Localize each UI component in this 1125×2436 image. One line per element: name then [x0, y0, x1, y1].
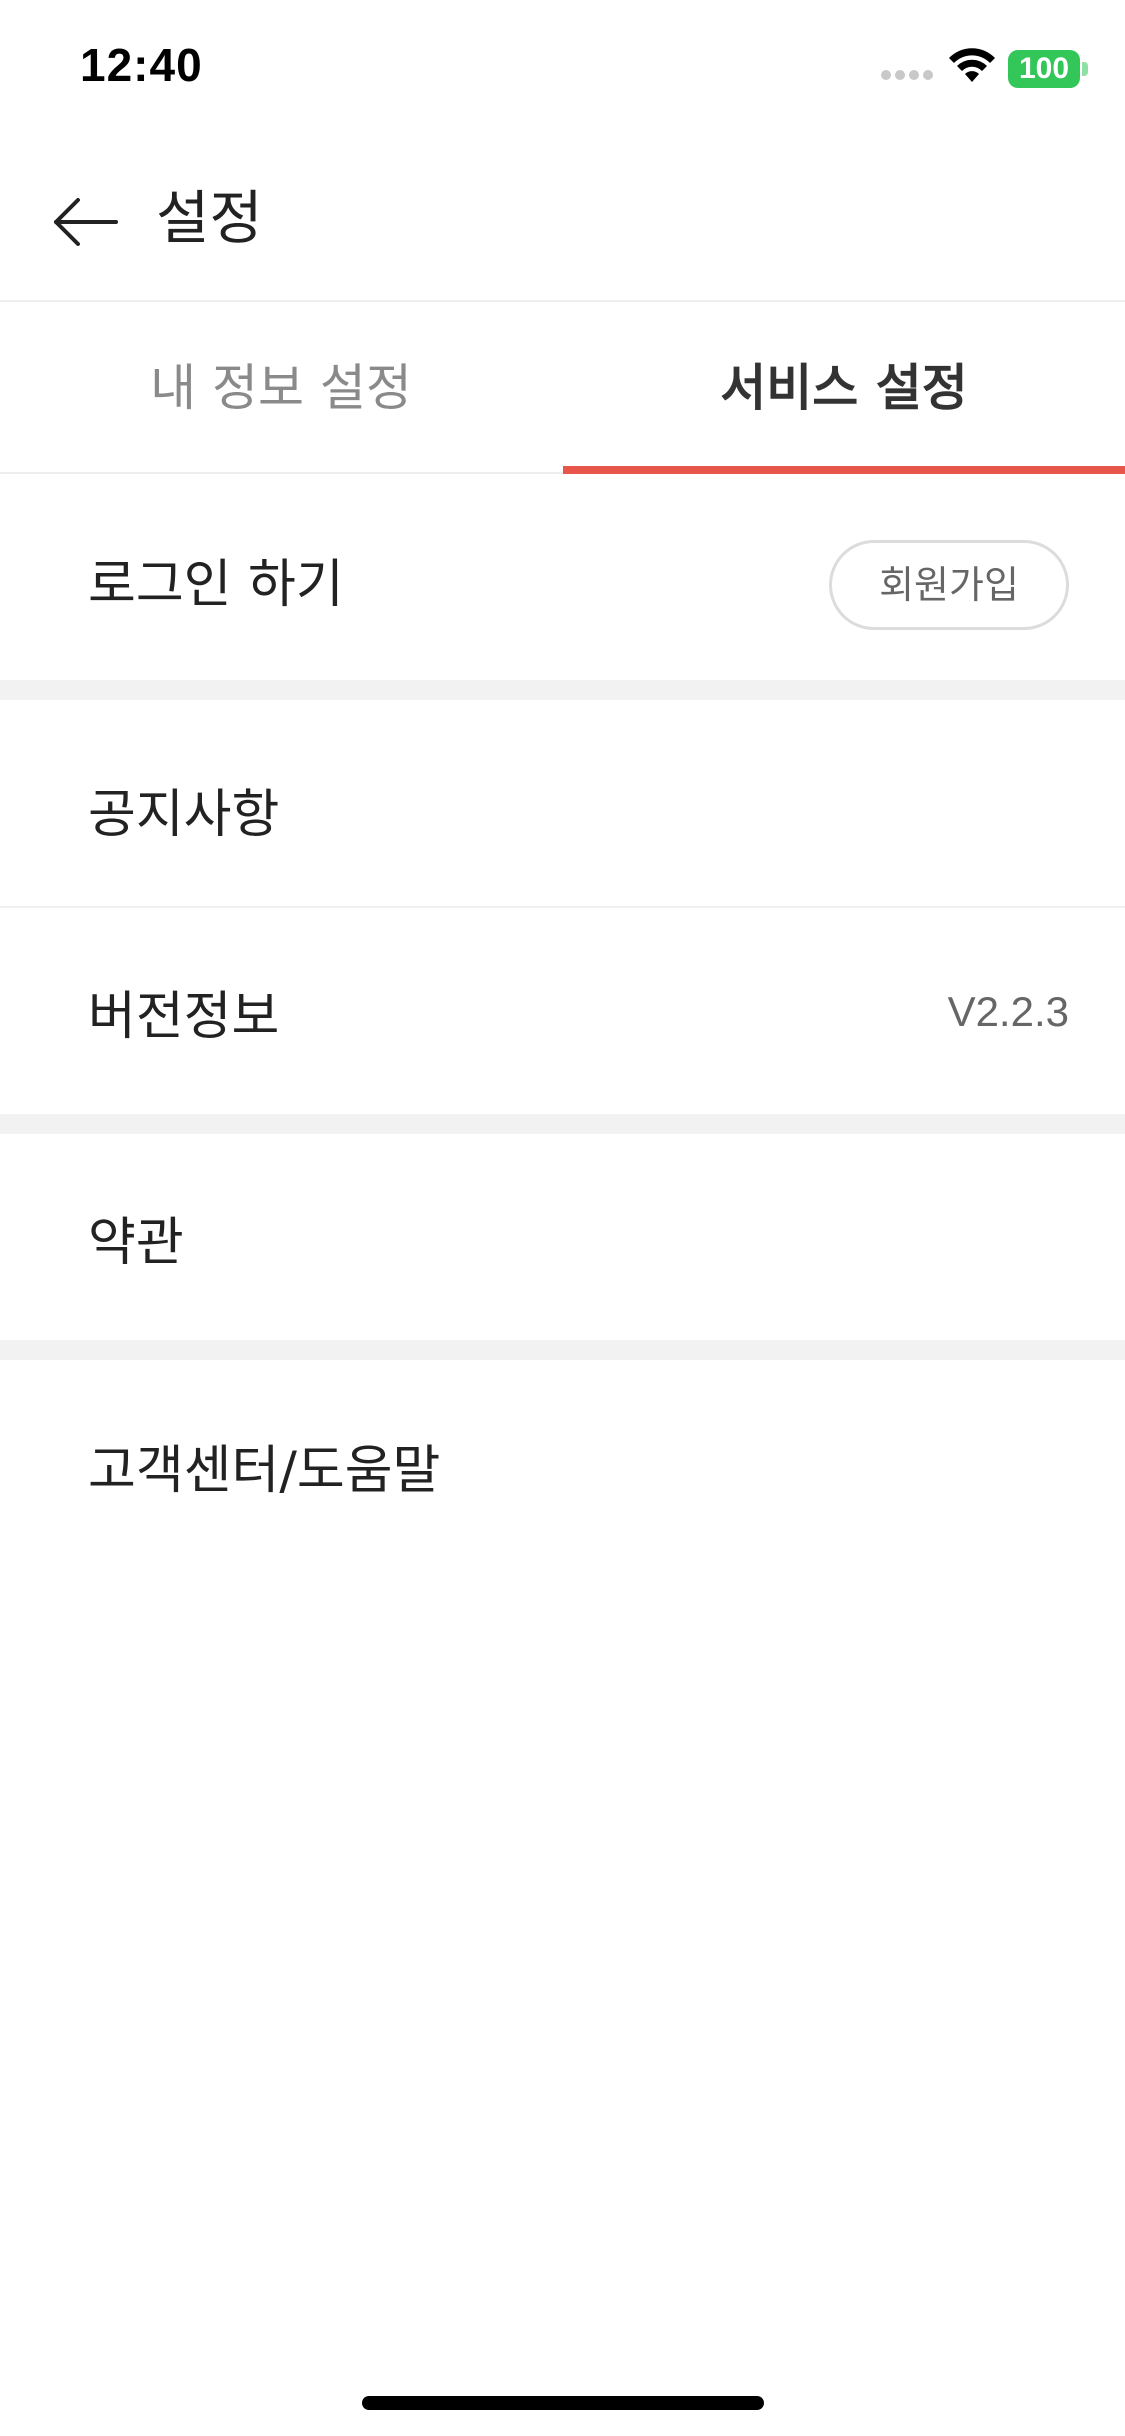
tab-service-settings[interactable]: 서비스 설정 — [563, 302, 1125, 474]
arrow-left-icon — [54, 198, 118, 246]
login-row[interactable]: 로그인 하기 회원가입 — [0, 476, 1125, 680]
notice-row[interactable]: 공지사항 — [0, 700, 1125, 906]
version-value: V2.2.3 — [947, 988, 1069, 1035]
section-divider — [0, 1114, 1125, 1134]
signup-button[interactable]: 회원가입 — [829, 540, 1069, 630]
battery-icon: 100 — [1008, 50, 1080, 88]
terms-row[interactable]: 약관 — [0, 1134, 1125, 1340]
wifi-icon — [949, 48, 995, 82]
section-divider — [0, 1340, 1125, 1360]
battery-tip — [1082, 62, 1088, 76]
version-row: 버전정보 V2.2.3 — [0, 908, 1125, 1114]
page-title: 설정 — [156, 184, 263, 252]
notice-label: 공지사항 — [88, 785, 280, 845]
terms-label: 약관 — [88, 1213, 184, 1273]
login-label: 로그인 하기 — [88, 555, 344, 615]
section-divider — [0, 680, 1125, 700]
home-indicator — [362, 2396, 764, 2410]
settings-tabs: 내 정보 설정 서비스 설정 — [0, 302, 1125, 474]
cellular-signal-icon — [881, 70, 933, 80]
active-tab-indicator — [563, 466, 1125, 474]
support-label: 고객센터/도움말 — [88, 1441, 441, 1501]
tab-my-info-settings[interactable]: 내 정보 설정 — [0, 302, 562, 474]
app-header: 설정 — [0, 140, 1125, 302]
back-button[interactable] — [48, 182, 128, 262]
battery-level: 100 — [1018, 52, 1070, 85]
status-bar: 12:40 100 — [0, 0, 1125, 140]
status-time: 12:40 — [80, 39, 203, 91]
support-row[interactable]: 고객센터/도움말 — [0, 1360, 1125, 1566]
settings-screen: 12:40 100 설정 내 정보 설정 서비스 설정 로그인 하기 회원가입 … — [0, 0, 1125, 2436]
version-label: 버전정보 — [88, 987, 280, 1047]
